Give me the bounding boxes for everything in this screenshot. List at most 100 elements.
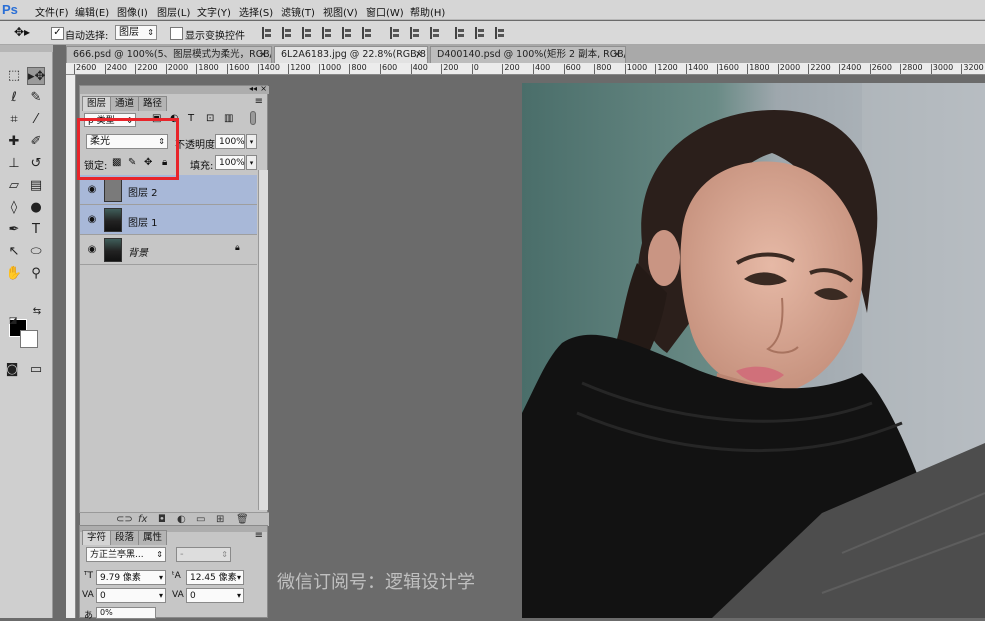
distribute-vcenter-icon[interactable] — [410, 27, 423, 39]
filter-type-icon[interactable]: T — [188, 113, 194, 124]
tab-layers[interactable]: 图层 — [82, 96, 112, 111]
clone-stamp-tool-icon[interactable]: ⊥ — [5, 155, 23, 173]
menu-edit[interactable]: 编辑(E) — [75, 4, 109, 19]
menu-image[interactable]: 图像(I) — [117, 4, 148, 19]
auto-select-checkbox[interactable]: ✓ — [51, 27, 64, 40]
screen-mode-icon[interactable]: ▭ — [27, 361, 45, 379]
layer-row[interactable]: ◉ 图层 1 — [80, 205, 257, 235]
lasso-tool-icon[interactable]: ℓ — [5, 89, 23, 107]
distribute-right-icon[interactable] — [495, 27, 508, 39]
layers-scrollbar[interactable] — [258, 170, 268, 510]
menu-help[interactable]: 帮助(H) — [410, 4, 445, 19]
align-left-icon[interactable] — [322, 27, 335, 39]
panel-menu-icon[interactable]: ≡ — [255, 530, 263, 541]
align-right-icon[interactable] — [362, 27, 375, 39]
panel-menu-icon[interactable]: ≡ — [255, 96, 263, 107]
tab-paths[interactable]: 路径 — [138, 96, 168, 111]
ruler-tick-line — [288, 64, 290, 74]
move-tool-icon[interactable]: ✥▸ — [14, 25, 30, 39]
align-bottom-icon[interactable] — [302, 27, 315, 39]
quick-mask-icon[interactable]: ◙ — [3, 361, 21, 379]
toolbar-grip[interactable] — [0, 45, 53, 52]
menu-view[interactable]: 视图(V) — [323, 4, 358, 19]
leading-input[interactable]: 12.45 像素 ▾ — [186, 570, 244, 585]
panel-title-bar[interactable]: ◂◂ × — [80, 84, 269, 94]
layer-row[interactable]: ◉ 背景 🔒︎ — [80, 235, 257, 265]
auto-select-dropdown[interactable]: 图层 ⇕ — [115, 25, 157, 40]
close-icon[interactable]: × — [259, 47, 267, 63]
tab-character[interactable]: 字符 — [82, 530, 112, 545]
adjustment-layer-icon[interactable]: ◐ — [177, 514, 186, 525]
filter-smart-icon[interactable]: ▥ — [224, 113, 233, 124]
tracking-input[interactable]: 0 ▾ — [186, 588, 244, 603]
filter-shape-icon[interactable]: ⊡ — [206, 113, 214, 124]
filter-toggle[interactable] — [250, 111, 256, 125]
pen-tool-icon[interactable]: ✒ — [5, 221, 23, 239]
menu-filter[interactable]: 滤镜(T) — [281, 4, 315, 19]
move-tool-icon[interactable]: ▸✥ — [27, 67, 45, 85]
eraser-tool-icon[interactable]: ▱ — [5, 177, 23, 195]
font-size-input[interactable]: 9.79 像素 ▾ — [96, 570, 166, 585]
type-tool-icon[interactable]: T — [27, 221, 45, 239]
blur-tool-icon[interactable]: ◊ — [5, 199, 23, 217]
document-canvas[interactable] — [522, 83, 985, 618]
distribute-hcenter-icon[interactable] — [475, 27, 488, 39]
healing-brush-tool-icon[interactable]: ✚ — [5, 133, 23, 151]
menu-window[interactable]: 窗口(W) — [366, 4, 404, 19]
align-vcenter-icon[interactable] — [282, 27, 295, 39]
crop-tool-icon[interactable]: ⌗ — [5, 111, 23, 129]
tab-paragraph[interactable]: 段落 — [110, 530, 140, 545]
tab-properties[interactable]: 属性 — [138, 530, 168, 545]
fill-slider-toggle[interactable]: ▾ — [246, 155, 257, 170]
menu-select[interactable]: 选择(S) — [239, 4, 273, 19]
path-select-tool-icon[interactable]: ↖ — [5, 243, 23, 261]
doc-tab-666[interactable]: 666.psd @ 100%(5、图层模式为柔光，RGB/8) * × — [66, 46, 272, 63]
fill-input[interactable]: 100% — [215, 155, 245, 170]
close-icon[interactable]: × — [613, 47, 621, 63]
font-family-dropdown[interactable]: 方正兰亭黑... ⇕ — [86, 547, 166, 562]
align-top-icon[interactable] — [262, 27, 275, 39]
link-layers-icon[interactable]: ⊂⊃ — [116, 514, 133, 525]
opacity-slider-toggle[interactable]: ▾ — [246, 134, 257, 149]
menu-file[interactable]: 文件(F) — [35, 4, 69, 19]
new-layer-icon[interactable]: ⊞ — [216, 514, 224, 525]
ellipse-tool-icon[interactable]: ⬭ — [27, 243, 45, 261]
brush-tool-icon[interactable]: ✐ — [27, 133, 45, 151]
marquee-tool-icon[interactable]: ⬚ — [5, 67, 23, 85]
close-icon[interactable]: × — [415, 47, 423, 63]
distribute-bottom-icon[interactable] — [430, 27, 443, 39]
layer-style-icon[interactable]: fx — [138, 514, 147, 525]
distribute-left-icon[interactable] — [455, 27, 468, 39]
doc-tab-d400140[interactable]: D400140.psd @ 100%(矩形 2 副本, RGB/8) × — [430, 46, 626, 63]
visibility-eye-icon[interactable]: ◉ — [86, 214, 98, 226]
visibility-eye-icon[interactable]: ◉ — [86, 184, 98, 196]
hand-tool-icon[interactable]: ✋ — [5, 265, 23, 283]
show-transform-checkbox[interactable] — [170, 27, 183, 40]
swap-colors-icon[interactable]: ⇆ — [28, 303, 46, 321]
font-style-dropdown[interactable]: - ⇕ — [176, 547, 231, 562]
background-color-swatch[interactable] — [20, 330, 38, 348]
menu-type[interactable]: 文字(Y) — [197, 4, 231, 19]
add-mask-icon[interactable]: ◘ — [158, 514, 166, 525]
dodge-tool-icon[interactable]: ● — [27, 199, 45, 217]
visibility-eye-icon[interactable]: ◉ — [86, 244, 98, 256]
opacity-input[interactable]: 100% — [215, 134, 245, 149]
zoom-tool-icon[interactable]: ⚲ — [27, 265, 45, 283]
new-group-icon[interactable]: ▭ — [196, 514, 205, 525]
distribute-top-icon[interactable] — [390, 27, 403, 39]
close-icon[interactable]: × — [260, 84, 267, 93]
history-brush-tool-icon[interactable]: ↺ — [27, 155, 45, 173]
eyedropper-tool-icon[interactable]: ⁄ — [27, 111, 45, 129]
collapse-icon[interactable]: ◂◂ — [249, 84, 257, 93]
scale-input[interactable]: 0% — [96, 607, 156, 619]
ruler-tick-line — [839, 64, 840, 74]
quick-select-tool-icon[interactable]: ✎ — [27, 89, 45, 107]
kerning-input[interactable]: 0 ▾ — [96, 588, 166, 603]
doc-tab-6l2a6183[interactable]: 6L2A6183.jpg @ 22.8%(RGB/8) * × — [274, 46, 428, 63]
delete-layer-icon[interactable]: 🗑︎ — [236, 514, 249, 525]
tab-channels[interactable]: 通道 — [110, 96, 140, 111]
default-colors-icon[interactable]: ◪ — [4, 312, 22, 330]
align-hcenter-icon[interactable] — [342, 27, 355, 39]
menu-layer[interactable]: 图层(L) — [157, 4, 190, 19]
gradient-tool-icon[interactable]: ▤ — [27, 177, 45, 195]
